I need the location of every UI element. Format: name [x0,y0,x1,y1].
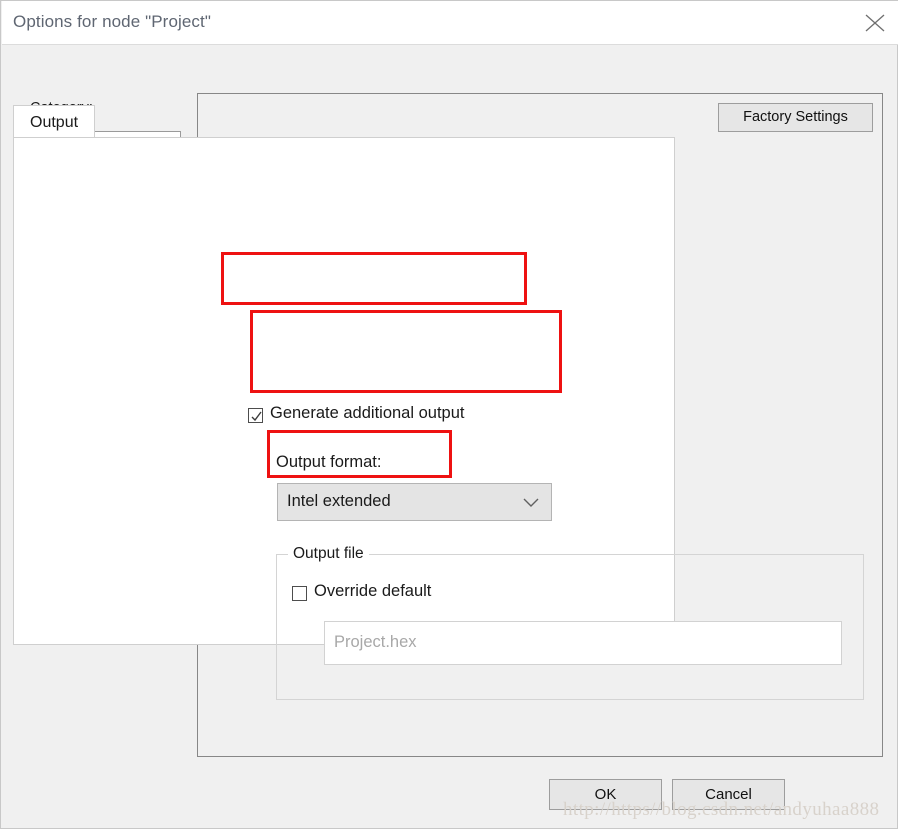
output-format-label: Output format: [276,453,382,471]
chevron-down-icon [523,498,539,507]
output-format-value: Intel extended [287,492,391,510]
ok-button[interactable]: OK [549,779,662,810]
window-title: Options for node "Project" [13,12,211,31]
generate-additional-output-checkbox[interactable] [248,408,263,423]
output-file-input-placeholder: Project.hex [334,633,417,651]
cancel-button[interactable]: Cancel [672,779,785,810]
title-bar: Options for node "Project" [2,1,898,45]
output-file-input[interactable]: Project.hex [324,621,842,665]
tab-output[interactable]: Output [13,105,96,138]
generate-additional-output-label: Generate additional output [270,404,465,422]
override-default-checkbox[interactable] [292,586,307,601]
close-glyph [865,14,885,32]
output-file-legend: Output file [288,545,369,563]
tab-strip: Output [13,105,675,138]
output-format-select[interactable]: Intel extended [277,483,552,521]
options-dialog: Options for node "Project" Category: Gen… [0,0,898,829]
override-default-label: Override default [314,582,432,600]
factory-settings-button[interactable]: Factory Settings [718,103,873,132]
checkmark-icon [251,411,262,422]
tab-panel-output: Generate additional output Output format… [13,137,864,700]
close-icon[interactable] [852,1,898,44]
